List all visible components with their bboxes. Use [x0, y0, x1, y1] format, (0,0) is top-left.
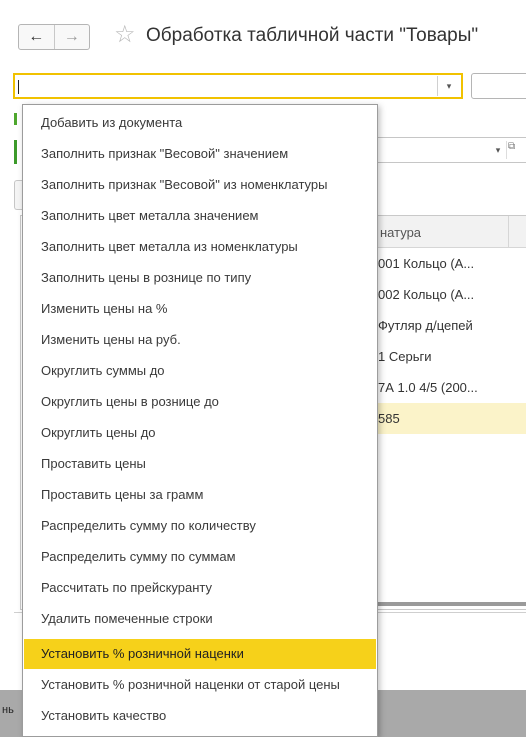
window-title: Обработка табличной части "Товары"	[146, 25, 479, 46]
forward-button[interactable]: →	[53, 25, 90, 49]
menu-item[interactable]: Заполнить признак "Весовой" значением	[24, 139, 376, 169]
menu-item[interactable]: Установить % розничной наценки от старой…	[24, 670, 376, 700]
menu-item[interactable]: Изменить цены на руб.	[24, 325, 376, 355]
menu-item[interactable]: Распределить сумму по суммам	[24, 542, 376, 572]
horizontal-scrollbar[interactable]	[374, 602, 526, 606]
menu-item[interactable]: Добавить из документа	[24, 108, 376, 138]
menu-item[interactable]: Распределить сумму по количеству	[24, 511, 376, 541]
text-caret	[18, 80, 19, 94]
menu-item[interactable]: Округлить цены в рознице до	[24, 387, 376, 417]
status-marker	[14, 113, 17, 125]
menu-item[interactable]: Рассчитать по прейскуранту	[24, 573, 376, 603]
menu-item[interactable]: Заполнить цены в рознице по типу	[24, 263, 376, 293]
table-row-selected[interactable]: 585	[374, 403, 524, 434]
menu-item[interactable]: Заполнить цвет металла из номенклатуры	[24, 232, 376, 262]
processing-dropdown-list: Добавить из документа Заполнить признак …	[22, 104, 378, 737]
menu-item[interactable]: Установить качество	[24, 701, 376, 731]
chevron-down-icon[interactable]: ▾	[490, 141, 507, 159]
back-button[interactable]: ←	[19, 25, 54, 49]
menu-item[interactable]: Проставить цены	[24, 449, 376, 479]
table-row[interactable]: 1 Серьги	[374, 341, 524, 372]
menu-item[interactable]: Удалить помеченные строки	[24, 604, 376, 634]
chevron-down-icon[interactable]: ▾	[437, 76, 460, 96]
menu-item[interactable]: Изменить цены на %	[24, 294, 376, 324]
column-divider	[508, 216, 509, 248]
column-header-nomenclature[interactable]: натура	[374, 216, 526, 248]
processing-combo-input[interactable]	[13, 73, 463, 99]
table-row[interactable]: Футляр д/цепей	[374, 310, 524, 341]
table-row[interactable]: 7А 1.0 4/5 (200...	[374, 372, 524, 403]
required-field-marker	[14, 140, 17, 164]
arrow-right-icon: →	[63, 28, 80, 45]
menu-item[interactable]: Проставить цены за грамм	[24, 480, 376, 510]
menu-item-highlighted[interactable]: Установить % розничной наценки	[24, 639, 376, 669]
menu-item[interactable]: Заполнить цвет металла значением	[24, 201, 376, 231]
arrow-left-icon: ←	[28, 28, 45, 45]
navigation-buttons: ← →	[18, 24, 90, 50]
secondary-input[interactable]	[471, 73, 526, 99]
menu-item[interactable]: Заполнить признак "Весовой" из номенклат…	[24, 170, 376, 200]
open-icon[interactable]: ⧉	[508, 141, 515, 152]
menu-item[interactable]: Округлить суммы до	[24, 356, 376, 386]
footer-text: нь	[2, 704, 14, 716]
table-row[interactable]: 002 Кольцо (А...	[374, 279, 524, 310]
menu-item[interactable]: Округлить цены до	[24, 418, 376, 448]
table-row[interactable]: 001 Кольцо (А...	[374, 248, 524, 279]
star-outline-icon[interactable]: ☆	[114, 21, 136, 49]
